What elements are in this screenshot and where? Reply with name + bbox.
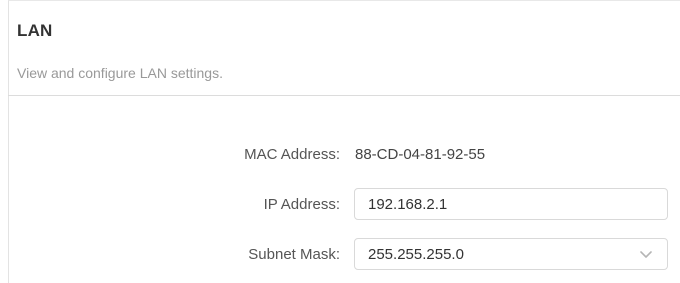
section-title: LAN <box>17 21 53 40</box>
subnet-mask-select[interactable]: 255.255.255.0 <box>354 238 668 270</box>
section-divider <box>8 95 680 96</box>
mac-address-label: MAC Address: <box>244 146 340 163</box>
ip-address-label: IP Address: <box>263 196 340 213</box>
chevron-down-icon[interactable] <box>638 246 654 262</box>
subnet-mask-selected-value: 255.255.255.0 <box>368 245 464 263</box>
section-description: View and configure LAN settings. <box>17 65 223 81</box>
subnet-mask-label: Subnet Mask: <box>248 246 340 263</box>
mac-address-value: 88-CD-04-81-92-55 <box>355 146 486 163</box>
ip-address-input[interactable] <box>354 188 668 220</box>
